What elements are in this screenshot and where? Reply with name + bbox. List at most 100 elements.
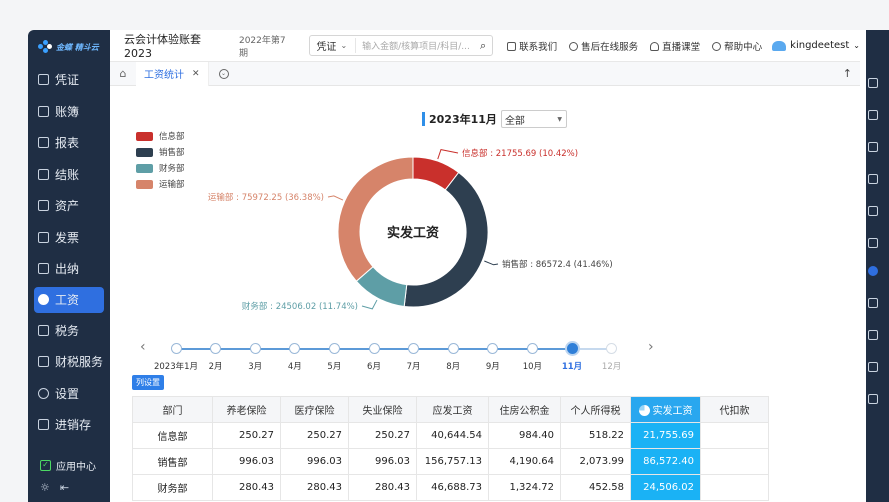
right-window-divider [860, 30, 866, 502]
sidebar-item-voucher[interactable]: 凭证 [28, 64, 110, 96]
table-cell: 46,688.73 [416, 474, 489, 501]
contact-us-link[interactable]: 联系我们 [507, 39, 557, 53]
report-icon [868, 142, 878, 152]
search-input[interactable]: 输入金额/核算项目/科目/... [362, 39, 480, 52]
column-header[interactable]: 个人所得税 [560, 396, 631, 423]
sidebar-item-salary[interactable]: 工资 [34, 286, 104, 313]
sidebar-item-invoice[interactable]: 发票 [28, 222, 110, 254]
search-icon[interactable]: ⌕ [480, 39, 486, 53]
leader-line-3 [327, 195, 344, 201]
sidebar-item-label: 凭证 [55, 73, 80, 88]
sidebar-item-asset[interactable]: 资产 [28, 190, 110, 222]
donut-slice-3[interactable] [337, 156, 414, 282]
column-header[interactable]: 代扣款 [700, 396, 769, 423]
timeline-label[interactable]: 4月 [288, 360, 302, 372]
inventory-icon [868, 394, 878, 404]
slice-label-2: 财务部 : 24506.02 (11.74%) [242, 301, 358, 312]
pie-chart-icon[interactable] [638, 405, 650, 416]
table-row[interactable]: 信息部 250.27 250.27 250.27 40,644.54 984.40 518.… [132, 422, 769, 449]
collapse-sidebar-icon[interactable]: ⇤ [60, 481, 69, 494]
theme-toggle-icon[interactable]: ☼ [40, 481, 50, 494]
timeline-node[interactable] [408, 343, 420, 354]
arrow-up-icon[interactable]: ↑ [843, 67, 852, 80]
timeline-node[interactable] [368, 343, 380, 354]
global-search: 凭证 ⌄ 输入金额/核算项目/科目/... ⌕ [309, 35, 494, 56]
timeline-node[interactable] [606, 343, 618, 354]
column-settings-button[interactable]: 列设置 [132, 375, 164, 390]
timeline-label[interactable]: 3月 [248, 360, 262, 372]
home-icon[interactable]: ⌂ [110, 62, 136, 86]
table-row[interactable]: 财务部 280.43 280.43 280.43 46,688.73 1,324.72 45… [132, 474, 769, 501]
invoice-icon [38, 231, 49, 243]
sidebar-item-settings[interactable]: 设置 [28, 378, 110, 410]
settings-icon [38, 387, 49, 399]
sidebar-item-service[interactable]: 财税服务 [28, 346, 110, 378]
table-cell: 40,644.54 [416, 422, 489, 449]
table-cell: 280.43 [212, 474, 281, 501]
sidebar-item-cashier[interactable]: 出纳 [28, 253, 110, 285]
table-cell: 996.03 [212, 448, 281, 475]
timeline-label[interactable]: 2023年1月 [154, 360, 198, 372]
tab-salary-stats[interactable]: 工资统计 ✕ [136, 61, 209, 86]
timeline-label[interactable]: 10月 [523, 360, 542, 372]
live-class-link[interactable]: 直播课堂 [650, 39, 700, 53]
sidebar-item-tax[interactable]: 税务 [28, 315, 110, 347]
sidebar-item-label: 报表 [55, 136, 80, 151]
timeline-node[interactable] [328, 343, 340, 354]
table-cell: 24,506.02 [630, 474, 701, 501]
salary-icon [38, 294, 49, 305]
column-header[interactable]: 应发工资 [416, 396, 489, 423]
help-center-link[interactable]: 帮助中心 [712, 39, 762, 53]
sidebar-item-label: 税务 [55, 323, 80, 338]
timeline-label[interactable]: 6月 [367, 360, 381, 372]
column-header[interactable]: 住房公积金 [488, 396, 561, 423]
timeline-node[interactable] [487, 343, 499, 354]
timeline-label[interactable]: 2月 [209, 360, 223, 372]
table-cell [700, 448, 769, 475]
sidebar-item-ledger[interactable]: 账簿 [28, 96, 110, 128]
column-header[interactable]: 实发工资 [630, 396, 701, 423]
timeline-label[interactable]: 9月 [486, 360, 500, 372]
column-header[interactable]: 失业保险 [348, 396, 417, 423]
timeline-label[interactable]: 12月 [602, 360, 621, 372]
app-logo[interactable]: 金蝶 精斗云 [28, 30, 110, 64]
column-header[interactable]: 部门 [132, 396, 213, 423]
timeline-node[interactable] [170, 343, 182, 354]
leader-line-2 [361, 299, 378, 310]
close-icon[interactable]: ✕ [192, 69, 200, 79]
more-tabs-icon[interactable]: ⌄ [218, 68, 229, 79]
column-header[interactable]: 养老保险 [212, 396, 281, 423]
sidebar-item-report[interactable]: 报表 [28, 127, 110, 159]
column-header[interactable]: 医疗保险 [280, 396, 349, 423]
timeline-prev-icon[interactable]: ‹ [140, 339, 146, 355]
help-icon [712, 41, 722, 51]
timeline-node[interactable] [210, 343, 222, 354]
user-menu[interactable]: kingdeetest ⌄ [772, 40, 860, 51]
timeline-label[interactable]: 7月 [407, 360, 421, 372]
timeline-node[interactable] [249, 343, 261, 354]
timeline-node[interactable] [289, 343, 301, 354]
column-header-label: 养老保险 [226, 406, 267, 417]
sidebar-item-inventory[interactable]: 进销存 [28, 409, 110, 441]
timeline-label[interactable]: 5月 [327, 360, 341, 372]
app-center-button[interactable]: ✓ 应用中心 [28, 452, 110, 479]
timeline-node[interactable] [447, 343, 459, 354]
table-cell: 996.03 [280, 448, 349, 475]
online-service-link[interactable]: 售后在线服务 [569, 39, 638, 53]
column-header-label: 代扣款 [719, 406, 750, 417]
voucher-icon [38, 74, 49, 86]
timeline-node[interactable] [564, 341, 580, 356]
account-title[interactable]: 云会计体验账套2023 [124, 31, 223, 60]
timeline-next-icon[interactable]: › [648, 339, 654, 355]
asset-icon [38, 200, 49, 212]
sidebar-item-label: 发票 [55, 230, 80, 245]
timeline-label[interactable]: 11月 [562, 360, 582, 372]
timeline-node[interactable] [526, 343, 538, 354]
timeline-label[interactable]: 8月 [446, 360, 460, 372]
search-type-select[interactable]: 凭证 ⌄ [316, 38, 357, 53]
sidebar-item-closing[interactable]: 结账 [28, 159, 110, 191]
table-cell: 518.22 [560, 422, 631, 449]
table-cell: 财务部 [132, 474, 213, 501]
top-bar: 云会计体验账套2023 2022年第7期 凭证 ⌄ 输入金额/核算项目/科目/.… [110, 30, 860, 62]
table-row[interactable]: 销售部 996.03 996.03 996.03 156,757.13 4,190.64 2… [132, 448, 769, 475]
